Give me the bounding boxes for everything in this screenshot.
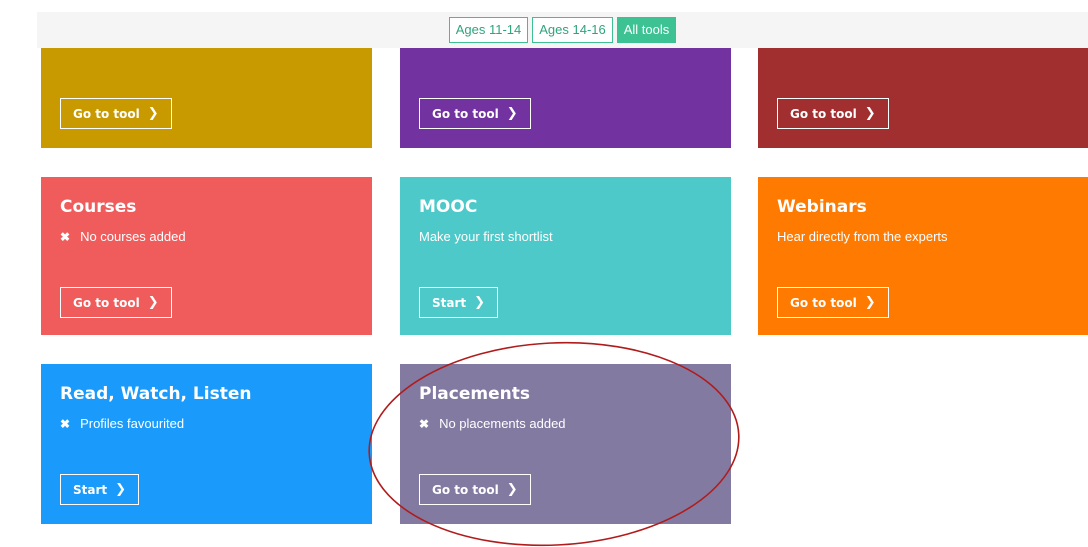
card-status-text: Hear directly from the experts [777, 229, 948, 244]
card-title: MOOC [419, 197, 478, 217]
card-status-text: No courses added [80, 229, 186, 244]
card-status-text: No placements added [439, 416, 566, 431]
tool-card-read-watch-listen: Read, Watch, Listen ✖ Profiles favourite… [41, 364, 372, 524]
tool-card-webinars: Webinars Hear directly from the experts … [758, 177, 1088, 335]
filter-ages-11-14[interactable]: Ages 11-14 [448, 17, 529, 43]
start-button[interactable]: Start ❯ [60, 474, 140, 505]
card-title: Webinars [777, 197, 867, 217]
button-label: Go to tool [73, 106, 140, 121]
filter-all-tools[interactable]: All tools [616, 17, 677, 43]
go-to-tool-button[interactable]: Go to tool ❯ [60, 98, 172, 129]
chevron-right-icon: ❯ [506, 106, 518, 121]
filter-ages-14-16[interactable]: Ages 14-16 [532, 17, 613, 43]
tool-card-top-2: Go to tool ❯ [400, 44, 731, 148]
chevron-right-icon: ❯ [115, 482, 127, 497]
x-icon: ✖ [419, 416, 430, 431]
button-label: Go to tool [790, 295, 857, 310]
go-to-tool-button[interactable]: Go to tool ❯ [419, 474, 531, 505]
card-status: Hear directly from the experts [777, 229, 948, 244]
go-to-tool-button[interactable]: Go to tool ❯ [60, 287, 172, 318]
button-label: Go to tool [73, 295, 140, 310]
card-status: ✖ No placements added [419, 416, 566, 431]
card-status-text: Profiles favourited [80, 416, 185, 431]
tool-card-top-3: Go to tool ❯ [758, 44, 1088, 148]
go-to-tool-button[interactable]: Go to tool ❯ [777, 98, 889, 129]
card-status: ✖ No courses added [60, 229, 186, 244]
card-status: Make your first shortlist [419, 229, 553, 244]
card-title: Placements [419, 384, 530, 404]
button-label: Go to tool [432, 106, 499, 121]
card-status-text: Make your first shortlist [419, 229, 553, 244]
start-button[interactable]: Start ❯ [419, 287, 499, 318]
tool-card-placements: Placements ✖ No placements added Go to t… [400, 364, 731, 524]
tool-card-mooc: MOOC Make your first shortlist Start ❯ [400, 177, 731, 335]
chevron-right-icon: ❯ [506, 482, 518, 497]
chevron-right-icon: ❯ [147, 295, 159, 310]
chevron-right-icon: ❯ [864, 106, 876, 121]
tool-card-courses: Courses ✖ No courses added Go to tool ❯ [41, 177, 372, 335]
x-icon: ✖ [60, 229, 71, 244]
chevron-right-icon: ❯ [864, 295, 876, 310]
card-status: ✖ Profiles favourited [60, 416, 184, 431]
chevron-right-icon: ❯ [147, 106, 159, 121]
button-label: Start [432, 295, 467, 310]
go-to-tool-button[interactable]: Go to tool ❯ [777, 287, 889, 318]
card-title: Read, Watch, Listen [60, 384, 252, 404]
button-label: Start [73, 482, 108, 497]
x-icon: ✖ [60, 416, 71, 431]
chevron-right-icon: ❯ [474, 295, 486, 310]
age-filter-bar: Ages 11-14 Ages 14-16 All tools [37, 12, 1088, 48]
button-label: Go to tool [790, 106, 857, 121]
go-to-tool-button[interactable]: Go to tool ❯ [419, 98, 531, 129]
card-title: Courses [60, 197, 137, 217]
tool-card-top-1: Go to tool ❯ [41, 44, 372, 148]
button-label: Go to tool [432, 482, 499, 497]
